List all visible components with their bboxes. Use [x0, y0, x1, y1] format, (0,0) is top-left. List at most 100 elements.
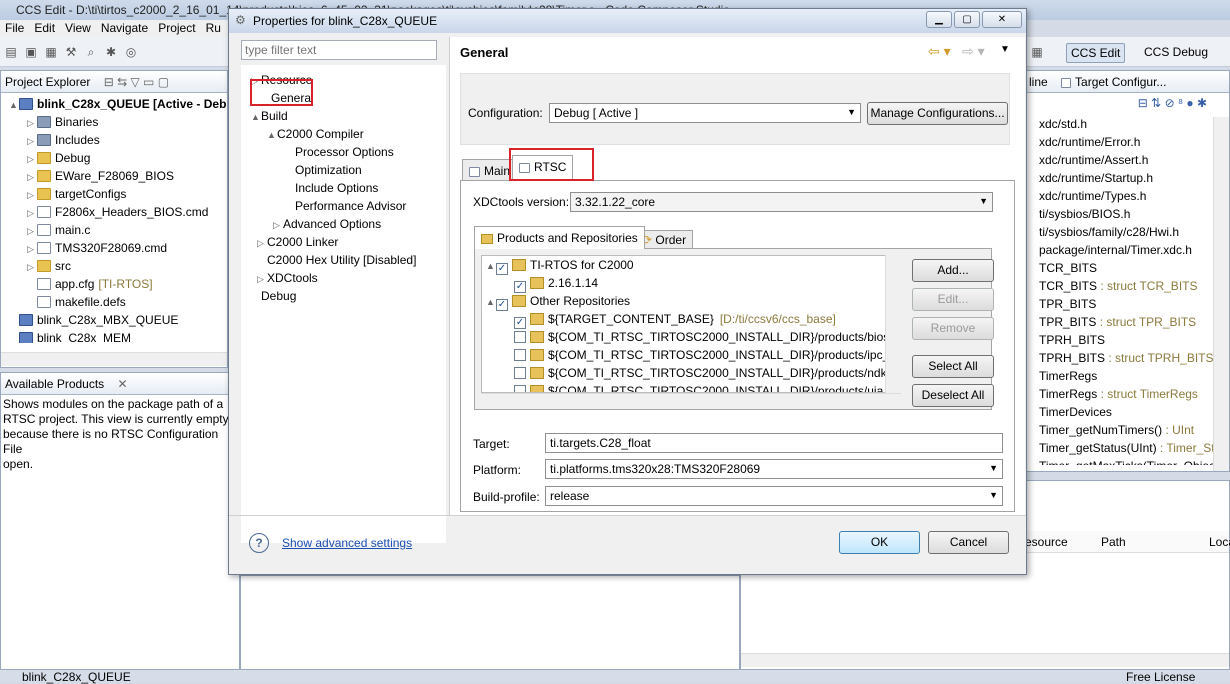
target-config-tab[interactable]: Target Configur...	[1061, 75, 1166, 89]
expand-toggle-icon[interactable]: ▷	[27, 258, 37, 276]
table-hscroll[interactable]	[741, 653, 1229, 667]
available-products-tab[interactable]: Available Products ✕	[1, 373, 239, 395]
expand-toggle-icon[interactable]: ▷	[27, 114, 37, 132]
project-tree-item[interactable]: ▷ Includes	[27, 131, 100, 149]
minimize-button[interactable]: ▁	[926, 11, 952, 28]
repository-checkbox[interactable]	[514, 331, 526, 343]
perspective-ccs-debug[interactable]: CCS Debug	[1140, 43, 1212, 63]
outline-item[interactable]: TimerDevices	[1039, 403, 1112, 421]
tab-products-repositories[interactable]: Products and Repositories	[474, 226, 645, 249]
deselect-all-button[interactable]: Deselect All	[912, 384, 994, 407]
show-advanced-settings-link[interactable]: Show advanced settings	[282, 536, 412, 550]
expand-toggle-icon[interactable]: ▲	[9, 96, 19, 114]
open-perspective-icon[interactable]: ▦	[1030, 45, 1044, 59]
outline-item[interactable]: ti/sysbios/family/c28/Hwi.h	[1039, 223, 1179, 241]
col-resource[interactable]: esource	[1025, 535, 1068, 549]
project-tree-item[interactable]: ▷ TMS320F28069.cmd	[27, 239, 167, 257]
build-profile-select[interactable]: release ▼	[545, 486, 1003, 506]
xdctools-select[interactable]: 3.32.1.22_core ▼	[570, 192, 993, 212]
ok-button[interactable]: OK	[839, 531, 920, 554]
repository-item[interactable]: ${COM_TI_RTSC_TIRTOSC2000_INSTALL_DIR}/p…	[504, 346, 900, 364]
repo-hscroll[interactable]	[481, 393, 901, 407]
target-input[interactable]: ti.targets.C28_float	[545, 433, 1003, 453]
edit-repository-button[interactable]: Edit...	[912, 288, 994, 311]
build-icon[interactable]: ⚒	[64, 45, 78, 59]
outline-item[interactable]: xdc/runtime/Startup.h	[1039, 169, 1153, 187]
flash-icon[interactable]: ◎	[124, 45, 138, 59]
remove-repository-button[interactable]: Remove	[912, 317, 994, 340]
project-tree-item[interactable]: ▲ blink_C28x_QUEUE [Active - Deb	[9, 95, 226, 113]
configuration-select[interactable]: Debug [ Active ] ▼	[549, 103, 861, 123]
close-button[interactable]: ✕	[982, 11, 1022, 28]
repository-checkbox[interactable]	[514, 349, 526, 361]
outline-item[interactable]: Timer_getMaxTicks(Timer_Object*	[1039, 457, 1223, 465]
help-icon[interactable]: ?	[249, 533, 269, 553]
nav-item-optimization[interactable]: Optimization	[285, 161, 362, 179]
save-icon[interactable]: ▣	[24, 45, 38, 59]
nav-item-debug[interactable]: Debug	[251, 287, 296, 305]
add-repository-button[interactable]: Add...	[912, 259, 994, 282]
outline-toolbar-icons[interactable]: ⊟ ⇅ ⊘ ⁸ ● ✱	[1138, 96, 1207, 110]
project-tree-item[interactable]: blink_C28x_MBX_QUEUE	[9, 311, 178, 329]
repo-vscroll[interactable]	[885, 255, 901, 393]
project-tree-item[interactable]: ▷ EWare_F28069_BIOS	[27, 167, 174, 185]
expand-toggle-icon[interactable]: ▷	[27, 240, 37, 258]
outline-tab[interactable]: line	[1029, 75, 1048, 89]
outline-item[interactable]: Timer_getNumTimers() : UInt	[1039, 421, 1194, 439]
outline-item[interactable]: TimerRegs : struct TimerRegs	[1039, 385, 1198, 403]
outline-item[interactable]: TCR_BITS : struct TCR_BITS	[1039, 277, 1197, 295]
filter-input[interactable]	[241, 40, 437, 60]
repository-item[interactable]: ${COM_TI_RTSC_TIRTOSC2000_INSTALL_DIR}/p…	[504, 382, 900, 392]
outline-item[interactable]: xdc/runtime/Types.h	[1039, 187, 1146, 205]
outline-item[interactable]: Timer_getStatus(UInt) : Timer_Stat	[1039, 439, 1225, 457]
nav-item-c2000-hex-utility-disabled[interactable]: C2000 Hex Utility [Disabled]	[257, 251, 416, 269]
repository-item[interactable]: ✓ 2.16.1.14	[504, 274, 604, 293]
repository-item[interactable]: ${COM_TI_RTSC_TIRTOSC2000_INSTALL_DIR}/p…	[504, 364, 900, 382]
menu-run[interactable]: Ru	[201, 20, 226, 36]
repository-item[interactable]: ${COM_TI_RTSC_TIRTOSC2000_INSTALL_DIR}/p…	[504, 328, 900, 346]
expand-toggle-icon[interactable]: ▷	[257, 270, 267, 288]
save-all-icon[interactable]: ▦	[44, 45, 58, 59]
outline-item[interactable]: TimerRegs	[1039, 367, 1097, 385]
project-tree-item[interactable]: ▷ Binaries	[27, 113, 98, 131]
col-location[interactable]: Loca	[1209, 535, 1230, 549]
outline-item[interactable]: TPRH_BITS : struct TPRH_BITS	[1039, 349, 1213, 367]
project-tree-item[interactable]: ▷ Debug	[27, 149, 90, 167]
project-tree-hscroll[interactable]	[1, 352, 227, 366]
nav-item-include-options[interactable]: Include Options	[285, 179, 378, 197]
project-tree-item[interactable]: ▷ targetConfigs	[27, 185, 126, 203]
expand-toggle-icon[interactable]: ▲	[267, 126, 277, 144]
expand-toggle-icon[interactable]: ▷	[27, 150, 37, 168]
outline-item[interactable]: package/internal/Timer.xdc.h	[1039, 241, 1192, 259]
outline-item[interactable]: xdc/runtime/Error.h	[1039, 133, 1140, 151]
expand-toggle-icon[interactable]: ▷	[27, 168, 37, 186]
nav-item-performance-advisor[interactable]: Performance Advisor	[285, 197, 406, 215]
nav-item-advanced-options[interactable]: ▷ Advanced Options	[273, 215, 381, 233]
nav-item-build[interactable]: ▲Build	[251, 107, 288, 125]
outline-item[interactable]: xdc/runtime/Assert.h	[1039, 151, 1148, 169]
perspective-ccs-edit[interactable]: CCS Edit	[1066, 43, 1126, 63]
manage-configurations-button[interactable]: Manage Configurations...	[867, 102, 1008, 125]
expand-toggle-icon[interactable]: ▷	[27, 204, 37, 222]
expand-toggle-icon[interactable]: ▷	[273, 216, 283, 234]
menu-project[interactable]: Project	[153, 20, 200, 36]
new-icon[interactable]: ▤	[4, 45, 18, 59]
cancel-button[interactable]: Cancel	[928, 531, 1009, 554]
expand-toggle-icon[interactable]: ▷	[27, 186, 37, 204]
project-tree-item[interactable]: ▷ F2806x_Headers_BIOS.cmd	[27, 203, 208, 221]
repository-item[interactable]: ▲ ✓ Other Repositories	[486, 292, 636, 311]
menu-file[interactable]: File	[0, 20, 29, 36]
outline-item[interactable]: TPR_BITS	[1039, 295, 1096, 313]
project-tree-item[interactable]: app.cfg [TI-RTOS]	[27, 275, 153, 293]
project-tree-item[interactable]: makefile.defs	[27, 293, 126, 311]
nav-item-c2000-compiler[interactable]: ▲C2000 Compiler	[267, 125, 364, 143]
view-controls-icon[interactable]: ⊟ ⇆ ▽ ▭ ▢	[104, 75, 169, 89]
outline-vscroll[interactable]	[1213, 117, 1229, 471]
outline-item[interactable]: xdc/std.h	[1039, 115, 1087, 133]
expand-toggle-icon[interactable]: ▷	[257, 234, 267, 252]
expand-toggle-icon[interactable]: ▲	[486, 257, 496, 275]
nav-item-xdctools[interactable]: ▷ XDCtools	[257, 269, 318, 287]
select-all-button[interactable]: Select All	[912, 355, 994, 378]
menu-view[interactable]: View	[60, 20, 96, 36]
outline-item[interactable]: TCR_BITS	[1039, 259, 1097, 277]
